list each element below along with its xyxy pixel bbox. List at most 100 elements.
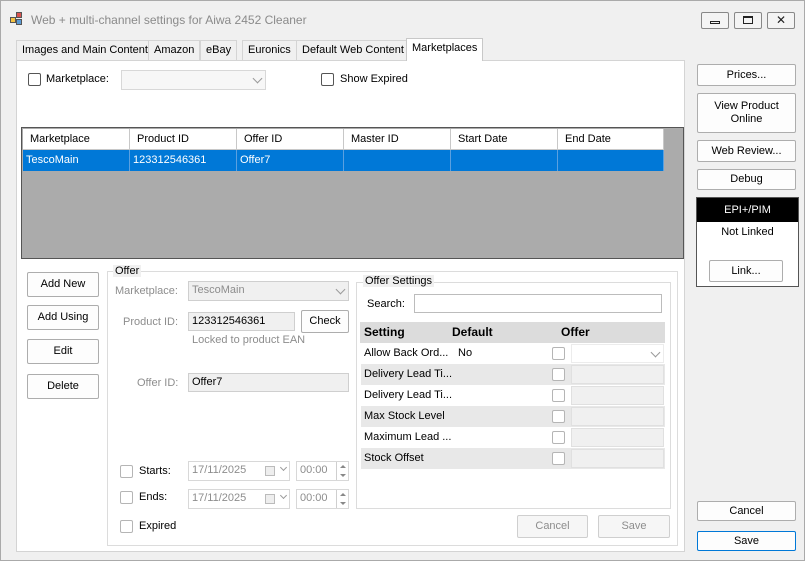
add-using-button[interactable]: Add Using (27, 305, 99, 330)
offer-value-field[interactable] (571, 428, 664, 447)
add-new-button[interactable]: Add New (27, 272, 99, 297)
cell-product-id: 123312546361 (130, 150, 237, 171)
spinner-icon[interactable] (336, 490, 348, 508)
offer-id-field[interactable]: Offer7 (188, 373, 349, 392)
search-label: Search: (367, 298, 405, 310)
offer-override-checkbox[interactable] (552, 452, 565, 465)
tab-euronics[interactable]: Euronics (242, 40, 297, 60)
table-row[interactable]: TescoMain 123312546361 Offer7 (23, 150, 664, 171)
tab-label: Default Web Content (302, 44, 404, 56)
show-expired-checkbox[interactable] (321, 73, 334, 86)
check-button[interactable]: Check (301, 310, 349, 333)
tab-default-web-content[interactable]: Default Web Content (296, 40, 410, 60)
maximize-button[interactable] (734, 12, 762, 29)
product-id-label: Product ID: (123, 316, 179, 328)
list-item[interactable]: Allow Back Ord... No (361, 343, 665, 364)
starts-time-value: 00:00 (300, 464, 328, 476)
cancel-button[interactable]: Cancel (697, 501, 796, 521)
marketplace-filter-combo[interactable] (121, 70, 266, 90)
debug-button[interactable]: Debug (697, 169, 796, 190)
header-offer: Offer (561, 325, 590, 339)
offer-value-field[interactable] (571, 365, 664, 384)
tab-marketplaces[interactable]: Marketplaces (406, 38, 484, 61)
minimize-button[interactable] (701, 12, 729, 29)
setting-default: No (458, 347, 473, 359)
column-header-master-id[interactable]: Master ID (344, 129, 451, 150)
window-title: Web + multi-channel settings for Aiwa 24… (31, 13, 307, 27)
ends-date-value: 17/11/2025 (192, 492, 247, 504)
expired-checkbox[interactable] (120, 520, 133, 533)
chevron-down-icon (279, 491, 288, 500)
search-input[interactable] (414, 294, 662, 313)
column-header-offer-id[interactable]: Offer ID (237, 129, 344, 150)
setting-name: Allow Back Ord... (364, 347, 449, 359)
cell-offer-id: Offer7 (237, 150, 344, 171)
setting-name: Delivery Lead Ti... (364, 389, 453, 401)
cell-end-date (558, 150, 664, 171)
ends-date-picker[interactable]: 17/11/2025 (188, 489, 290, 509)
web-review-button[interactable]: Web Review... (697, 140, 796, 162)
tab-ebay[interactable]: eBay (200, 40, 238, 60)
header-default: Default (452, 325, 493, 339)
calendar-icon (265, 466, 275, 476)
starts-time-spinner[interactable]: 00:00 (296, 461, 349, 481)
setting-name: Maximum Lead ... (364, 431, 452, 443)
tab-label: Euronics (248, 44, 291, 56)
ends-checkbox[interactable] (120, 491, 133, 504)
offer-override-checkbox[interactable] (552, 368, 565, 381)
tab-amazon[interactable]: Amazon (148, 40, 201, 60)
list-item[interactable]: Stock Offset (361, 448, 665, 469)
offer-value-field[interactable] (571, 449, 664, 468)
view-product-online-label: Online (730, 113, 763, 125)
column-header-product-id[interactable]: Product ID (130, 129, 237, 150)
chevron-down-icon (335, 284, 346, 295)
title-bar: Web + multi-channel settings for Aiwa 24… (1, 1, 804, 37)
chevron-down-icon (279, 463, 288, 472)
epi-pim-title: EPI+/PIM (697, 198, 798, 222)
offer-id-label: Offer ID: (137, 377, 179, 389)
offer-settings-title: Offer Settings (363, 275, 435, 287)
grid-header: Marketplace Product ID Offer ID Master I… (23, 129, 664, 150)
edit-button[interactable]: Edit (27, 339, 99, 364)
save-button[interactable]: Save (697, 531, 796, 551)
offer-override-checkbox[interactable] (552, 389, 565, 402)
delete-button[interactable]: Delete (27, 374, 99, 399)
offer-cancel-button[interactable]: Cancel (517, 515, 588, 538)
close-button[interactable]: ✕ (767, 12, 795, 29)
column-header-marketplace[interactable]: Marketplace (23, 129, 130, 150)
list-item[interactable]: Max Stock Level (361, 406, 665, 427)
marketplace-filter-label: Marketplace: (46, 73, 109, 85)
offer-override-checkbox[interactable] (552, 347, 565, 360)
offer-override-checkbox[interactable] (552, 410, 565, 423)
marketplace-filter-checkbox[interactable] (28, 73, 41, 86)
tab-images-main-content[interactable]: Images and Main Content (16, 40, 154, 60)
view-product-online-button[interactable]: View Product Online (697, 93, 796, 133)
offer-marketplace-combo[interactable]: TescoMain (188, 281, 349, 301)
starts-date-picker[interactable]: 17/11/2025 (188, 461, 290, 481)
ends-time-spinner[interactable]: 00:00 (296, 489, 349, 509)
marketplace-offers-grid[interactable]: Marketplace Product ID Offer ID Master I… (21, 127, 684, 259)
settings-window: Web + multi-channel settings for Aiwa 24… (0, 0, 805, 561)
close-icon: ✕ (775, 13, 787, 27)
list-item[interactable]: Maximum Lead ... (361, 427, 665, 448)
link-button[interactable]: Link... (709, 260, 783, 282)
product-id-field[interactable]: 123312546361 (188, 312, 295, 331)
offer-value-field[interactable] (571, 407, 664, 426)
list-item[interactable]: Delivery Lead Ti... (361, 385, 665, 406)
tab-label: Amazon (154, 44, 195, 56)
column-header-end-date[interactable]: End Date (558, 129, 664, 150)
prices-button[interactable]: Prices... (697, 64, 796, 86)
chevron-down-icon (252, 73, 263, 84)
cell-marketplace: TescoMain (23, 150, 130, 171)
column-header-start-date[interactable]: Start Date (451, 129, 558, 150)
view-product-online-label: View Product (714, 100, 779, 112)
list-item[interactable]: Delivery Lead Ti... (361, 364, 665, 385)
offer-save-button[interactable]: Save (598, 515, 670, 538)
ends-time-value: 00:00 (300, 492, 328, 504)
spinner-icon[interactable] (336, 462, 348, 480)
starts-checkbox[interactable] (120, 465, 133, 478)
offer-override-checkbox[interactable] (552, 431, 565, 444)
offer-value-combo[interactable] (571, 344, 664, 363)
offer-value-field[interactable] (571, 386, 664, 405)
starts-label: Starts: (139, 465, 171, 477)
